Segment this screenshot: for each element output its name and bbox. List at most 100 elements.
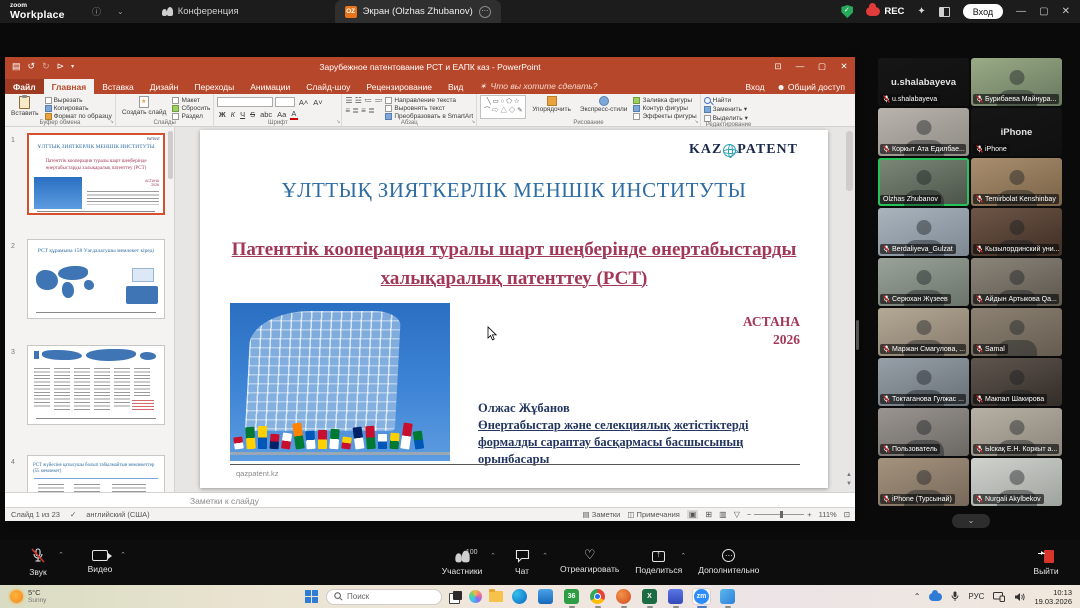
chat-options-chevron[interactable]: ⌃ bbox=[542, 552, 548, 560]
save-icon[interactable]: ▤ bbox=[12, 61, 21, 72]
slideshow-view-button[interactable]: ▽ bbox=[734, 510, 740, 519]
share-options-chevron[interactable]: ⌃ bbox=[680, 552, 686, 560]
taskbar-search[interactable]: Поиск bbox=[326, 589, 442, 605]
more-button[interactable]: ⋯ Дополнительно bbox=[698, 549, 759, 576]
tab-review[interactable]: Рецензирование bbox=[358, 79, 440, 94]
section-button[interactable]: Раздел bbox=[172, 113, 210, 120]
login-button[interactable]: Вход bbox=[963, 4, 1003, 19]
zoom-slider[interactable]: −+ bbox=[747, 510, 812, 519]
tray-chevron-icon[interactable]: ⌃ bbox=[914, 592, 921, 601]
language-switcher[interactable]: РУС bbox=[968, 592, 984, 601]
ribbon-display-icon[interactable]: ⊡ bbox=[767, 61, 789, 72]
slide-thumbnail-2[interactable]: РСТ құрамына 158 Уағдаласушы мемлекет кі… bbox=[27, 239, 165, 319]
slide-sorter-view-button[interactable]: ⊞ bbox=[705, 510, 712, 519]
maximize-button[interactable]: ▢ bbox=[1039, 6, 1048, 17]
teams-taskbar-button[interactable] bbox=[666, 588, 685, 605]
quick-styles-button[interactable]: Экспресс-стили bbox=[577, 95, 631, 114]
fit-slide-icon[interactable]: ⊡ bbox=[844, 510, 850, 519]
chevron-down-icon[interactable]: ⌄ bbox=[117, 7, 124, 16]
volume-icon[interactable] bbox=[1014, 592, 1025, 602]
tab-home[interactable]: Главная bbox=[44, 79, 95, 94]
participants-scrollbar[interactable] bbox=[856, 320, 859, 350]
taskbar-clock[interactable]: 10:13 19.03.2026 bbox=[1034, 588, 1072, 606]
slide-scrollbar[interactable] bbox=[846, 131, 853, 191]
font-color-button[interactable]: А bbox=[290, 109, 298, 120]
tab-animations[interactable]: Анимации bbox=[242, 79, 298, 94]
tab-slideshow[interactable]: Слайд-шоу bbox=[298, 79, 358, 94]
close-button[interactable]: ✕ bbox=[1062, 6, 1070, 17]
chat-button[interactable]: Чат ⌃ bbox=[500, 549, 544, 576]
replace-button[interactable]: Заменить ▾ bbox=[704, 105, 748, 113]
shape-outline-button[interactable]: Контур фигуры bbox=[633, 105, 696, 112]
normal-view-button[interactable]: ▣ bbox=[687, 510, 699, 519]
ppt-restore-button[interactable]: ▢ bbox=[811, 61, 833, 72]
reading-view-button[interactable]: ▥ bbox=[719, 510, 727, 519]
bullets-icons[interactable]: ☰ ☱ ≔ ≕ bbox=[345, 96, 382, 105]
notes-toggle[interactable]: ▤ Заметки bbox=[583, 510, 621, 519]
tab-insert[interactable]: Вставка bbox=[94, 79, 142, 94]
react-button[interactable]: ♡ Отреагировать bbox=[560, 549, 619, 576]
tab-view[interactable]: Вид bbox=[440, 79, 471, 94]
comments-toggle[interactable]: ◫ Примечания bbox=[627, 510, 679, 519]
file-explorer-button[interactable] bbox=[489, 591, 503, 602]
copilot-button[interactable] bbox=[469, 590, 482, 603]
participant-tile[interactable]: Кызылординский уни... bbox=[971, 208, 1062, 256]
layout-button[interactable]: Макет bbox=[172, 97, 210, 104]
dialog-launcher-icon[interactable]: ↘ bbox=[336, 119, 340, 125]
underline-button[interactable]: Ч bbox=[239, 110, 247, 119]
participant-tile[interactable]: Samal bbox=[971, 308, 1062, 356]
participant-tile[interactable]: Бурибаева Майнура... bbox=[971, 58, 1062, 106]
ppt-signin[interactable]: Вход bbox=[745, 82, 764, 92]
reset-button[interactable]: Сбросить bbox=[172, 105, 210, 112]
weather-widget[interactable]: 5°C Sunny bbox=[0, 589, 46, 604]
share-button[interactable]: Поделиться ⌃ bbox=[635, 549, 682, 576]
video-button[interactable]: Видео ⌃ bbox=[78, 548, 122, 577]
tab-options-icon[interactable]: ⋯ bbox=[479, 6, 491, 18]
thumbnail-scrollbar[interactable] bbox=[168, 131, 173, 179]
grow-font-icon[interactable]: A˄ bbox=[297, 98, 309, 107]
leave-button[interactable]: Выйти bbox=[1024, 550, 1068, 576]
audio-button[interactable]: Звук ⌃ bbox=[16, 548, 60, 577]
find-button[interactable]: Найти bbox=[704, 97, 748, 104]
participant-tile[interactable]: Nurgali Akylbekov bbox=[971, 458, 1062, 506]
align-text-button[interactable]: Выровнять текст bbox=[385, 105, 473, 112]
new-slide-button[interactable]: Создать слайд bbox=[119, 95, 170, 117]
slide-1[interactable]: KAZPATENT ҰЛТТЫҚ ЗИЯТКЕРЛІК МЕНШІК ИНСТИ… bbox=[200, 130, 828, 488]
tray-mic-icon[interactable] bbox=[951, 591, 959, 602]
network-icon[interactable] bbox=[993, 592, 1005, 602]
spellcheck-icon[interactable]: ✓ bbox=[70, 510, 76, 519]
onedrive-icon[interactable] bbox=[929, 593, 942, 601]
tab-conference[interactable]: Конференция bbox=[162, 6, 239, 17]
mail-taskbar-button[interactable] bbox=[614, 588, 633, 605]
slide-nav-buttons[interactable]: ▲▼ bbox=[845, 471, 853, 488]
participant-tile[interactable]: Berdaliyeva_Gulzat bbox=[878, 208, 969, 256]
change-case-button[interactable]: Aa bbox=[276, 110, 288, 119]
italic-button[interactable]: К bbox=[229, 110, 236, 119]
participants-button[interactable]: 100 Участники ⌃ bbox=[440, 549, 484, 576]
participant-tile[interactable]: iPhone (Турсынай) bbox=[878, 458, 969, 506]
tab-file[interactable]: Файл bbox=[5, 79, 44, 94]
edge-taskbar-button[interactable] bbox=[510, 588, 529, 605]
language-indicator[interactable]: английский (США) bbox=[86, 510, 149, 519]
slide-thumbnail-3[interactable] bbox=[27, 345, 165, 425]
excel-taskbar-button[interactable]: X bbox=[640, 588, 659, 605]
participant-tile[interactable]: Токтаганова Гулжас ... bbox=[878, 358, 969, 406]
arrange-button[interactable]: Упорядочить bbox=[529, 95, 574, 114]
zoom-taskbar-button[interactable]: zm bbox=[692, 588, 711, 605]
zoom-level[interactable]: 111% bbox=[819, 510, 837, 519]
select-button[interactable]: Выделить ▾ bbox=[704, 114, 748, 122]
collapse-gallery-button[interactable]: ⌄ bbox=[952, 514, 990, 528]
format-painter-button[interactable]: Формат по образцу bbox=[45, 113, 112, 120]
photos-taskbar-button[interactable] bbox=[718, 588, 737, 605]
participant-tile[interactable]: Коркыт Ата Едилбае... bbox=[878, 108, 969, 156]
participant-tile[interactable]: Макпал Шакирова bbox=[971, 358, 1062, 406]
dialog-launcher-icon[interactable]: ↘ bbox=[694, 119, 698, 125]
app-36-taskbar-button[interactable]: 36 bbox=[562, 588, 581, 605]
font-size-box[interactable] bbox=[275, 97, 295, 107]
ppt-minimize-button[interactable]: — bbox=[789, 61, 811, 72]
ppt-close-button[interactable]: ✕ bbox=[833, 61, 855, 72]
info-icon[interactable]: ⓘ bbox=[92, 5, 101, 18]
slide-thumbnail-4[interactable]: РСТ жүйесіне қатысушы болып табылмайтын … bbox=[27, 455, 165, 492]
redo-icon[interactable]: ↻ bbox=[42, 61, 50, 72]
view-layout-icon[interactable] bbox=[939, 7, 950, 17]
